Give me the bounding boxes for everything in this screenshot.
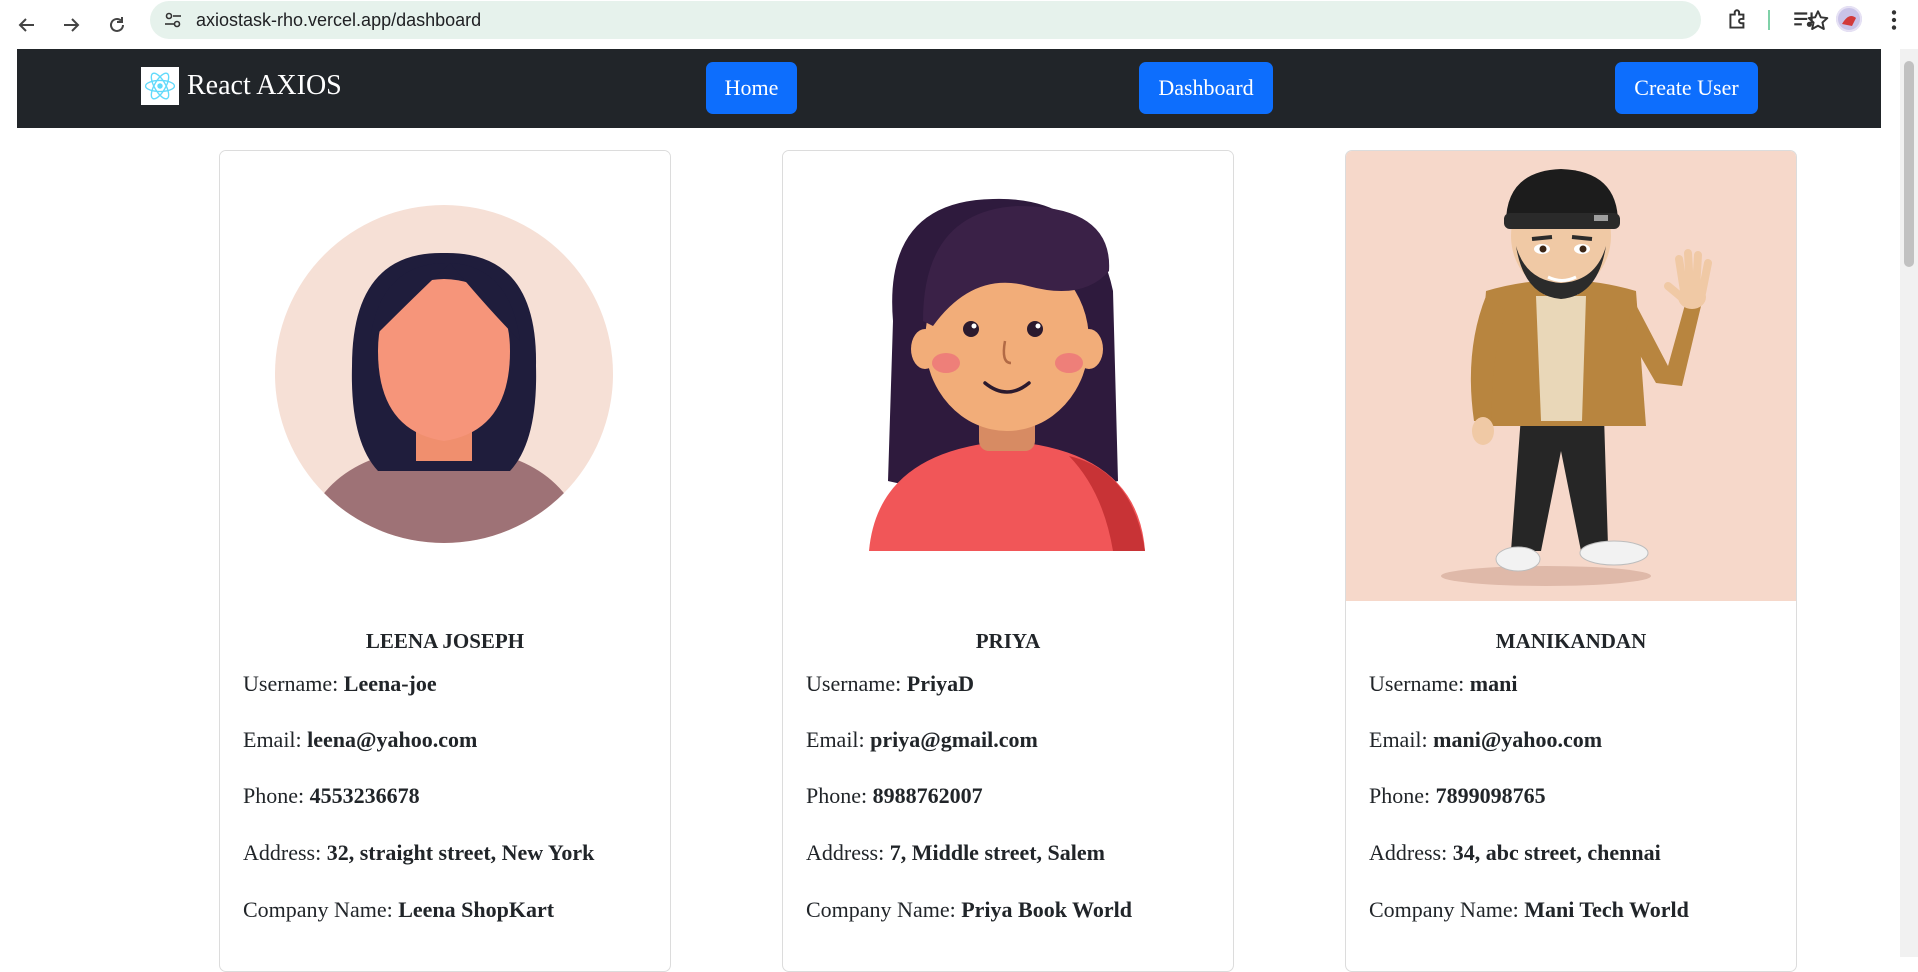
toolbar-divider <box>1768 10 1770 30</box>
address-value: 7, Middle street, Salem <box>889 840 1105 865</box>
cartoon-girl-avatar-image <box>783 151 1233 601</box>
company-value: Priya Book World <box>961 897 1132 922</box>
user-full-name: PRIYA <box>975 629 1041 653</box>
back-button[interactable] <box>9 7 45 43</box>
address-row: Address: 32, straight street, New York <box>243 840 595 865</box>
media-queue-icon[interactable] <box>1791 7 1817 33</box>
email-value: mani@yahoo.com <box>1433 727 1603 752</box>
company-value: Leena ShopKart <box>398 897 555 922</box>
company-row: Company Name: Mani Tech World <box>1369 897 1689 922</box>
forward-button[interactable] <box>53 7 89 43</box>
user-card: LEENA JOSEPH Username: Leena-joe Email: … <box>219 150 671 972</box>
create-user-button[interactable]: Create User <box>1615 62 1758 114</box>
scrollbar-thumb[interactable] <box>1904 61 1914 267</box>
username-value: Leena-joe <box>343 671 437 696</box>
user-full-name: LEENA JOSEPH <box>365 629 525 653</box>
navbar: React AXIOS Home Dashboard Create User <box>17 49 1881 128</box>
company-row: Company Name: Priya Book World <box>806 897 1132 922</box>
email-row: Email: mani@yahoo.com <box>1369 727 1603 752</box>
home-button[interactable]: Home <box>706 62 797 114</box>
user-card: MANIKANDAN Username: mani Email: mani@ya… <box>1345 150 1797 972</box>
company-value: Mani Tech World <box>1524 897 1689 922</box>
username-row: Username: PriyaD <box>806 671 974 696</box>
user-full-name: MANIKANDAN <box>1495 629 1647 653</box>
email-row: Email: priya@gmail.com <box>806 727 1038 752</box>
phone-value: 4553236678 <box>309 783 420 808</box>
faceless-woman-avatar-image <box>220 151 670 601</box>
brand-link[interactable]: React AXIOS <box>141 66 342 106</box>
react-logo-icon <box>141 67 179 105</box>
profile-picture-icon <box>1836 6 1862 32</box>
address-bar[interactable]: axiostask-rho.vercel.app/dashboard <box>150 1 1829 39</box>
menu-kebab-icon[interactable] <box>1881 7 1907 33</box>
email-value: leena@yahoo.com <box>307 727 478 752</box>
page-scrollbar[interactable] <box>1900 49 1918 957</box>
email-value: priya@gmail.com <box>870 727 1038 752</box>
username-value: mani <box>1469 671 1518 696</box>
company-row: Company Name: Leena ShopKart <box>243 897 555 922</box>
phone-row: Phone: 8988762007 <box>806 783 983 808</box>
cartoon-man-waving-avatar-image <box>1346 151 1796 601</box>
phone-row: Phone: 7899098765 <box>1369 783 1546 808</box>
email-row: Email: leena@yahoo.com <box>243 727 478 752</box>
address-row: Address: 34, abc street, chennai <box>1369 840 1661 865</box>
phone-value: 8988762007 <box>872 783 983 808</box>
dashboard-button[interactable]: Dashboard <box>1139 62 1273 114</box>
address-value: 32, straight street, New York <box>326 840 595 865</box>
username-row: Username: mani <box>1369 671 1518 696</box>
extensions-icon[interactable] <box>1725 7 1751 33</box>
profile-avatar[interactable] <box>1836 6 1862 32</box>
brand-name[interactable]: React AXIOS <box>187 70 342 102</box>
browser-toolbar: axiostask-rho.vercel.app/dashboard <box>0 0 1918 49</box>
forward-arrow-icon <box>64 18 80 32</box>
reload-button[interactable] <box>99 7 135 43</box>
address-value: 34, abc street, chennai <box>1452 840 1661 865</box>
reload-icon <box>110 17 124 32</box>
address-row: Address: 7, Middle street, Salem <box>806 840 1105 865</box>
back-arrow-icon <box>18 18 34 32</box>
url-text[interactable]: axiostask-rho.vercel.app/dashboard <box>196 1 481 39</box>
phone-value: 7899098765 <box>1435 783 1546 808</box>
phone-row: Phone: 4553236678 <box>243 783 420 808</box>
username-value: PriyaD <box>906 671 974 696</box>
user-card: PRIYA Username: PriyaD Email: priya@gmai… <box>782 150 1234 972</box>
site-settings-icon[interactable] <box>163 10 183 30</box>
username-row: Username: Leena-joe <box>243 671 437 696</box>
